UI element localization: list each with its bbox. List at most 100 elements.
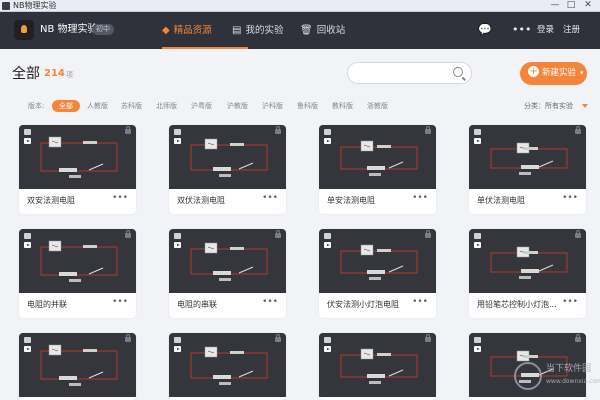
experiment-thumbnail[interactable] <box>319 333 436 397</box>
message-icon[interactable]: 💬 <box>478 23 492 37</box>
maximize-button[interactable]: □ <box>564 0 578 12</box>
gem-icon: ◆ <box>162 25 170 36</box>
new-experiment-button[interactable]: + 新建实验 ▾ <box>520 62 587 85</box>
play-icon[interactable] <box>324 242 331 248</box>
filter-huyue[interactable]: 沪粤版 <box>191 100 212 112</box>
play-icon[interactable] <box>474 242 481 248</box>
experiment-thumbnail[interactable] <box>319 229 436 293</box>
login-link[interactable]: 登录 <box>537 24 554 36</box>
category-select[interactable]: 分类：所有实验 <box>524 101 573 111</box>
plus-icon: + <box>528 66 539 77</box>
window-titlebar: NB物理实验 — □ ✕ <box>0 0 600 12</box>
lock-icon <box>425 230 431 238</box>
experiment-thumbnail[interactable] <box>469 229 586 293</box>
card-more-button[interactable]: ••• <box>262 193 278 203</box>
filter-luke[interactable]: 鲁科版 <box>297 100 318 112</box>
card-more-button[interactable]: ••• <box>262 297 278 307</box>
experiment-thumbnail[interactable] <box>19 333 136 397</box>
circuit-diagram <box>190 242 268 281</box>
play-icon[interactable] <box>324 138 331 144</box>
experiment-card[interactable]: 双安法测电阻 ••• <box>19 125 136 214</box>
play-icon[interactable] <box>174 346 181 352</box>
lock-icon <box>125 230 131 238</box>
circuit-diagram <box>40 240 118 282</box>
filter-beishi[interactable]: 北师版 <box>156 100 177 112</box>
play-icon[interactable] <box>174 138 181 144</box>
experiment-title: 电阻的串联 <box>177 300 217 309</box>
filter-zhejiao[interactable]: 浙教版 <box>367 100 388 112</box>
card-more-button[interactable]: ••• <box>562 193 578 203</box>
filter-hujiao[interactable]: 沪教版 <box>227 100 248 112</box>
experiment-card[interactable]: 单伏法测电阻 ••• <box>469 125 586 214</box>
circuit-diagram <box>190 346 268 385</box>
experiment-thumbnail[interactable] <box>19 229 136 293</box>
chevron-down-icon: ▾ <box>580 69 584 77</box>
circuit-diagram <box>190 138 268 177</box>
card-more-button[interactable]: ••• <box>412 193 428 203</box>
logo-icon <box>14 20 34 40</box>
nav-my-experiments[interactable]: ▤ 我的实验 <box>232 12 283 49</box>
experiment-thumbnail[interactable] <box>19 125 136 189</box>
search-icon[interactable] <box>453 67 463 77</box>
filter-renjiao[interactable]: 人教版 <box>87 100 108 112</box>
play-icon[interactable] <box>474 346 481 352</box>
experiment-card[interactable]: 电阻的串联 ••• <box>169 229 286 318</box>
experiment-thumbnail[interactable] <box>169 333 286 397</box>
experiment-card[interactable] <box>319 333 436 400</box>
experiment-card[interactable]: 电阻的并联 ••• <box>19 229 136 318</box>
nav-label: 回收站 <box>316 25 346 36</box>
list-icon <box>174 129 181 135</box>
experiment-thumbnail[interactable] <box>169 229 286 293</box>
experiment-card[interactable]: 单安法测电阻 ••• <box>319 125 436 214</box>
experiment-card[interactable]: 伏安法测小灯泡电阻 ••• <box>319 229 436 318</box>
lock-icon <box>275 334 281 342</box>
circuit-diagram <box>340 244 418 280</box>
register-link[interactable]: 注册 <box>563 24 580 36</box>
experiment-card[interactable] <box>169 333 286 400</box>
circuit-diagram <box>40 344 118 386</box>
filter-all[interactable]: 全部 <box>52 100 80 112</box>
filter-huke[interactable]: 沪科版 <box>262 100 283 112</box>
experiment-thumbnail[interactable] <box>469 125 586 189</box>
experiment-card[interactable]: 用铅笔芯控制小灯泡... ••• <box>469 229 586 318</box>
app-icon <box>2 2 10 10</box>
experiment-thumbnail[interactable] <box>169 125 286 189</box>
card-more-button[interactable]: ••• <box>562 297 578 307</box>
lock-icon <box>425 126 431 134</box>
list-icon <box>174 337 181 343</box>
list-icon <box>474 129 481 135</box>
experiment-card[interactable] <box>19 333 136 400</box>
circuit-diagram <box>340 140 418 176</box>
filter-jiaoke[interactable]: 教科版 <box>332 100 353 112</box>
experiment-title: 用铅笔芯控制小灯泡... <box>477 300 557 309</box>
chevron-down-icon[interactable] <box>582 104 588 108</box>
play-icon[interactable] <box>24 242 31 248</box>
card-more-button[interactable]: ••• <box>112 193 128 203</box>
play-icon[interactable] <box>474 138 481 144</box>
play-icon[interactable] <box>24 346 31 352</box>
minimize-button[interactable]: — <box>548 0 562 12</box>
watermark-text: 当下软件园 <box>546 364 592 374</box>
more-icon[interactable]: ••• <box>512 23 531 37</box>
lock-icon <box>425 334 431 342</box>
experiment-thumbnail[interactable] <box>319 125 436 189</box>
play-icon[interactable] <box>324 346 331 352</box>
new-button-label: 新建实验 <box>542 68 577 78</box>
lock-icon <box>125 334 131 342</box>
lock-icon <box>275 126 281 134</box>
top-navbar: NB 物理实验 初中 ◆ 精品资源 ▤ 我的实验 🗑 回收站 💬 ••• 登录 注册 <box>0 12 600 49</box>
card-more-button[interactable]: ••• <box>412 297 428 307</box>
filter-suke[interactable]: 苏科版 <box>121 100 142 112</box>
experiment-card[interactable]: 双伏法测电阻 ••• <box>169 125 286 214</box>
lock-icon <box>125 126 131 134</box>
lock-icon <box>575 126 581 134</box>
play-icon[interactable] <box>24 138 31 144</box>
card-more-button[interactable]: ••• <box>112 297 128 307</box>
lock-icon <box>275 230 281 238</box>
lock-icon <box>575 334 581 342</box>
list-icon <box>24 129 31 135</box>
close-window-button[interactable]: ✕ <box>581 0 595 12</box>
nav-recycle-bin[interactable]: 🗑 回收站 <box>300 12 345 49</box>
search-input[interactable] <box>347 62 472 84</box>
play-icon[interactable] <box>174 242 181 248</box>
